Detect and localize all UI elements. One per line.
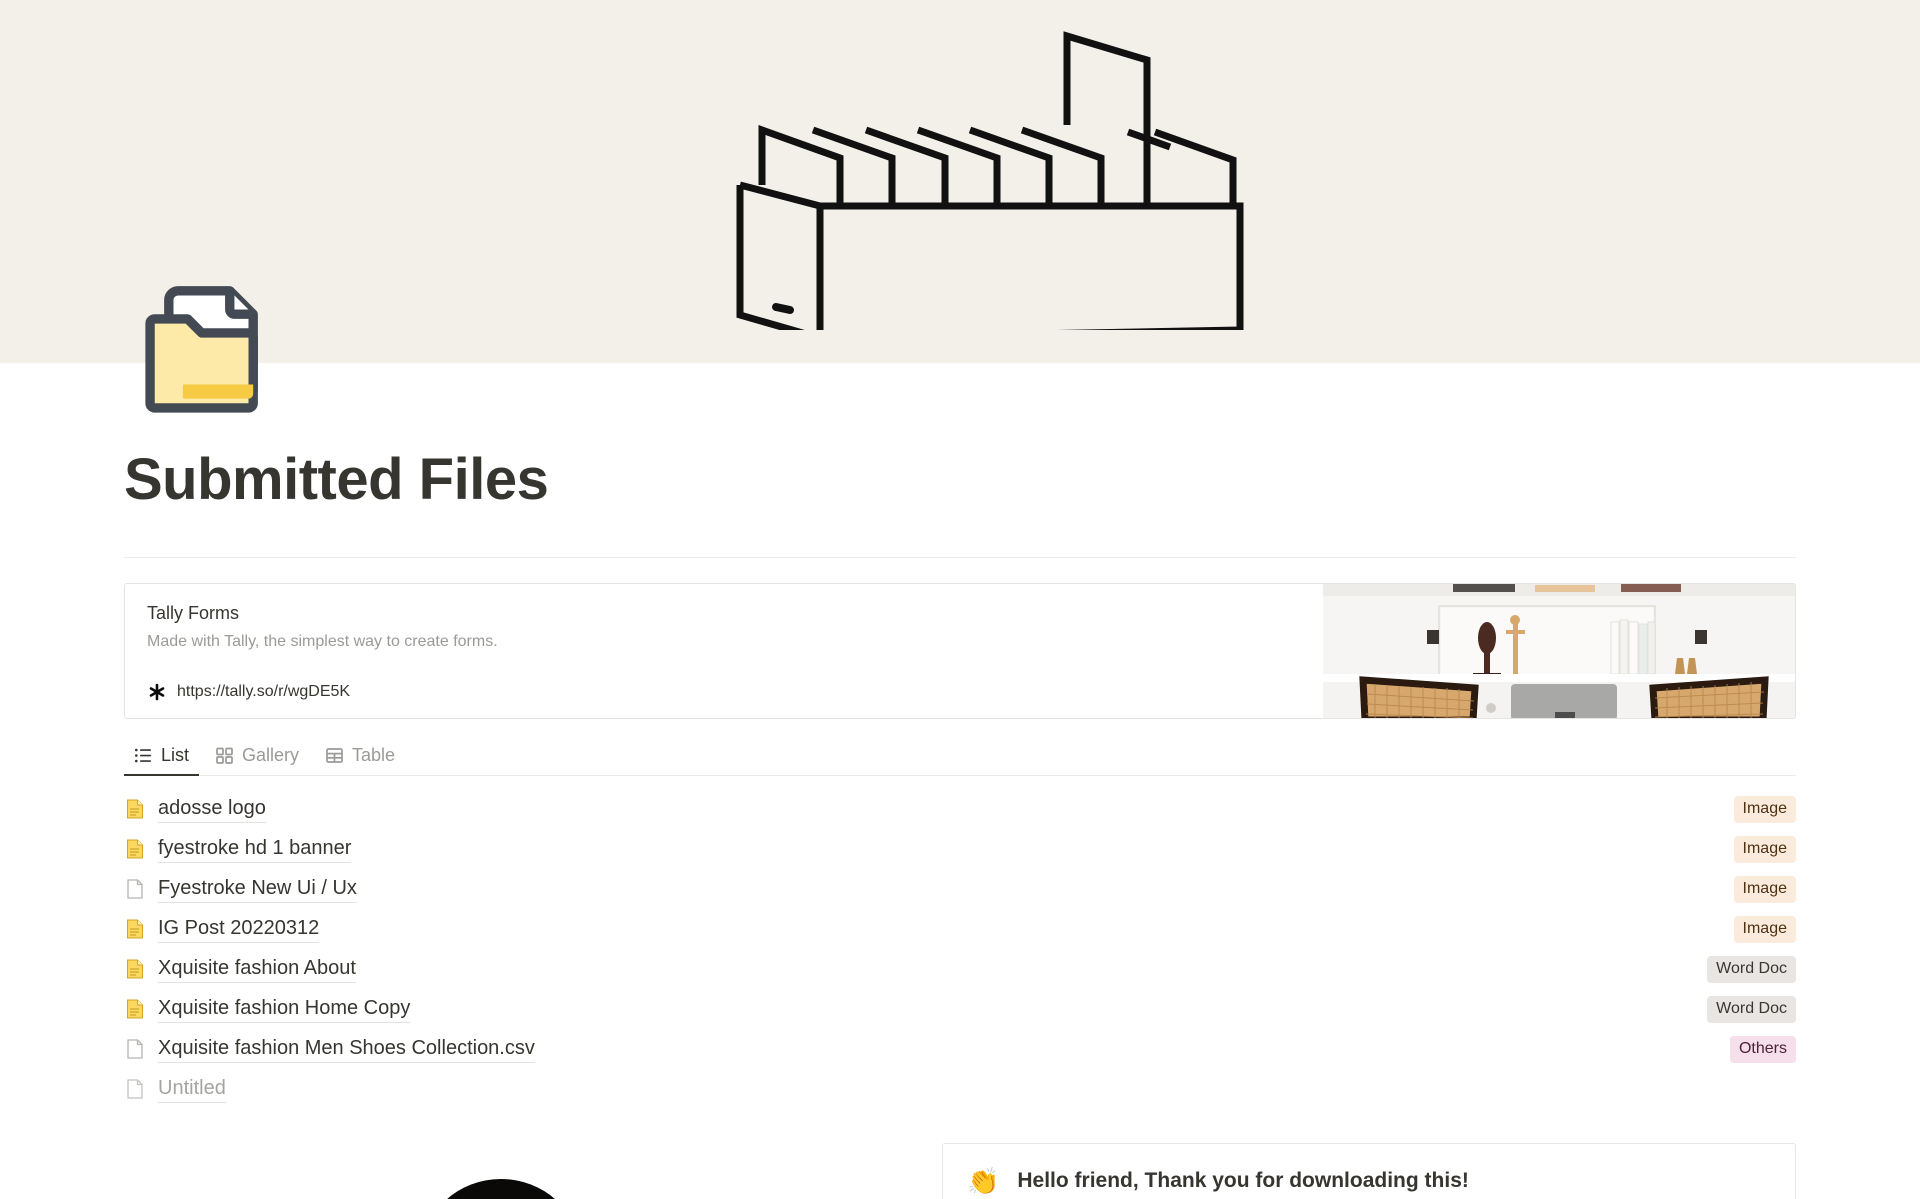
notion-page: Submitted Files Tally Forms Made with Ta… [0,0,1920,1199]
list-icon [134,746,153,765]
file-name: fyestroke hd 1 banner [158,835,352,863]
list-item[interactable]: IG Post 20220312 Image [124,909,1796,949]
list-item[interactable]: adosse logo Image [124,789,1796,829]
yellow-document-icon [124,798,146,820]
tab-list[interactable]: List [124,745,200,776]
tab-gallery-label: Gallery [242,745,300,765]
status-badge: Word Doc [1707,995,1796,1023]
tab-gallery[interactable]: Gallery [205,745,309,775]
status-badge: Word Doc [1707,955,1796,983]
tab-table[interactable]: Table [315,745,405,775]
yellow-document-icon [124,838,146,860]
list-item[interactable]: Xquisite fashion Home Copy Word Doc [124,989,1796,1029]
folder-document-icon[interactable] [136,272,286,422]
office-desk-photo [1323,584,1795,718]
person-photo [447,1179,555,1199]
callout-text: Hello friend, Thank you for downloading … [1017,1169,1469,1192]
file-list: adosse logo Image fyestroke hd 1 banner [124,789,1796,1109]
table-icon [325,746,344,765]
bottom-columns: 👏 Hello friend, Thank you for downloadin… [124,1143,1796,1199]
gray-document-icon [124,1078,146,1100]
list-item[interactable]: Xquisite fashion About Word Doc [124,949,1796,989]
file-name: Fyestroke New Ui / Ux [158,875,357,903]
list-item[interactable]: fyestroke hd 1 banner Image [124,829,1796,869]
file-name: adosse logo [158,795,266,823]
grid-icon [215,746,234,765]
bookmark-url-row: https://tally.so/r/wgDE5K [147,682,1301,702]
status-badge: Image [1733,915,1796,943]
clapping-hands-icon: 👏 [967,1166,1000,1196]
status-badge: Image [1733,835,1796,863]
avatar-column [124,1143,884,1199]
page-cover[interactable] [0,0,1920,363]
status-badge: Others [1729,1035,1796,1063]
status-badge: Image [1733,795,1796,823]
bookmark-card[interactable]: Tally Forms Made with Tally, the simples… [124,583,1796,719]
file-name: Xquisite fashion About [158,955,356,983]
tally-asterisk-icon [147,682,167,702]
list-item[interactable]: Xquisite fashion Men Shoes Collection.cs… [124,1029,1796,1069]
view-tabs: List Gallery Table [124,733,1796,776]
avatar [406,1159,596,1199]
file-name: Untitled [158,1075,226,1103]
list-item[interactable]: Untitled [124,1069,1796,1109]
tab-list-label: List [161,745,190,765]
list-item[interactable]: Fyestroke New Ui / Ux Image [124,869,1796,909]
callout-block[interactable]: 👏 Hello friend, Thank you for downloadin… [942,1143,1796,1199]
bookmark-description: Made with Tally, the simplest way to cre… [147,633,498,650]
gray-document-icon [124,878,146,900]
yellow-document-icon [124,958,146,980]
title-divider [124,557,1796,558]
file-name: IG Post 20220312 [158,915,320,943]
bookmark-url[interactable]: https://tally.so/r/wgDE5K [177,683,350,701]
gray-document-icon [124,1038,146,1060]
page-content: Submitted Files Tally Forms Made with Ta… [0,451,1920,1199]
page-title: Submitted Files [124,447,549,512]
callout-column: 👏 Hello friend, Thank you for downloadin… [942,1143,1796,1199]
file-name: Xquisite fashion Men Shoes Collection.cs… [158,1035,535,1063]
file-name: Xquisite fashion Home Copy [158,995,411,1023]
bookmark-title: Tally Forms [147,603,240,623]
yellow-document-icon [124,998,146,1020]
file-organizer-illustration [736,31,1244,330]
tab-table-label: Table [352,745,396,765]
yellow-document-icon [124,918,146,940]
bookmark-info: Tally Forms Made with Tally, the simples… [125,584,1323,718]
status-badge: Image [1733,875,1796,903]
bookmark-thumbnail [1323,584,1795,718]
